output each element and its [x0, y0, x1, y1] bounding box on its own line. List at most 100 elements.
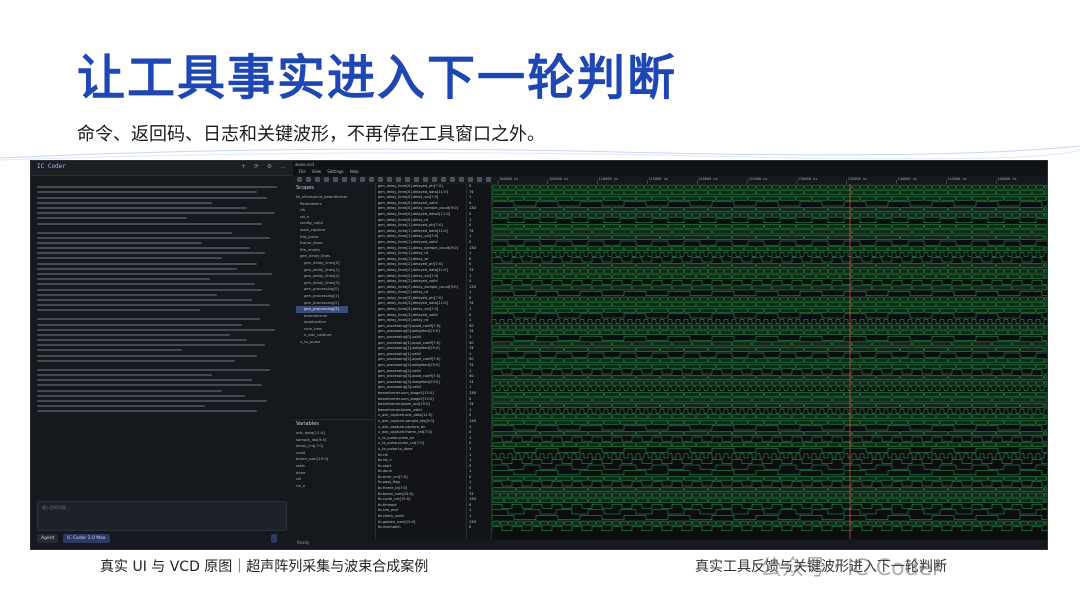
app-logo: IC Coder	[37, 163, 66, 170]
toolbar-button-icon[interactable]	[396, 177, 401, 182]
ruler-label: 150000 ns	[997, 177, 1016, 181]
waveform-trace	[492, 392, 1047, 397]
model-select[interactable]: IC Coder 2.0 Max	[63, 534, 110, 543]
scope-item[interactable]: rst_n	[296, 214, 348, 221]
variable-item[interactable]: clk	[296, 476, 328, 483]
scope-item[interactable]: gen_delay_lines[2]	[296, 273, 348, 280]
waveform-trace	[492, 386, 1047, 391]
variable-item[interactable]: valid	[296, 450, 328, 457]
waveform-trace	[492, 425, 1047, 431]
waveform-trace	[492, 229, 1047, 235]
waveform-trace	[492, 408, 1047, 414]
variable-item[interactable]: sample_idx[9:0]	[296, 437, 328, 444]
scope-item[interactable]: tb_ultrasound_beamformer	[296, 194, 348, 201]
chat-input[interactable]: 输入您的问题…	[37, 501, 287, 531]
toolbar-button-icon[interactable]	[486, 177, 491, 182]
toolbar-button-icon[interactable]	[324, 177, 329, 182]
scope-item[interactable]: trig_pulse	[296, 234, 348, 241]
scope-item[interactable]: u_tx_pulse	[296, 339, 348, 346]
variable-item[interactable]: rst_n	[296, 483, 328, 490]
scope-item[interactable]: config_valid	[296, 220, 348, 227]
toolbar-button-icon[interactable]	[432, 177, 437, 182]
waveform-trace	[492, 492, 1047, 498]
toolbar-button-icon[interactable]	[315, 177, 320, 182]
agent-mode-button[interactable]: Agent	[37, 534, 59, 543]
menu-item[interactable]: Help	[350, 169, 359, 174]
toolbar-button-icon[interactable]	[459, 177, 464, 182]
variable-item[interactable]: delay_cnt[7:0]	[296, 443, 328, 450]
waveform-trace	[492, 252, 1047, 257]
waveform-trace	[492, 498, 1047, 503]
waveform-trace	[492, 352, 1047, 358]
scope-item[interactable]: gen_delay_lines[1]	[296, 267, 348, 274]
file-tab[interactable]: wave.vcd	[295, 162, 314, 169]
menu-item[interactable]: File	[299, 169, 306, 174]
scope-item[interactable]: gen_delay_lines[0]	[296, 260, 348, 267]
chat-text-line	[37, 354, 257, 357]
chat-text-line	[37, 399, 267, 402]
variable-item[interactable]: done	[296, 470, 328, 477]
scope-item[interactable]: u_adc_capture	[296, 332, 348, 339]
scope-item[interactable]: gen_processing[1]	[296, 293, 348, 300]
send-icon[interactable]	[271, 534, 277, 543]
chat-transcript	[37, 183, 287, 416]
toolbar-button-icon[interactable]	[405, 177, 410, 182]
waveform-trace	[492, 459, 1047, 464]
scope-item[interactable]: gen_delay_lines[3]	[296, 280, 348, 287]
waveform-trace	[492, 308, 1047, 313]
menu-item[interactable]: View	[312, 169, 322, 174]
toolbar-button-icon[interactable]	[306, 177, 311, 182]
scope-item[interactable]: start_capture	[296, 227, 348, 234]
toolbar-button-icon[interactable]	[369, 177, 374, 182]
toolbar-button-icon[interactable]	[378, 177, 383, 182]
chat-text-line	[37, 236, 270, 239]
chat-text-line	[37, 206, 247, 209]
scope-item[interactable]: gen_processing[3]	[296, 306, 348, 313]
toolbar-button-icon[interactable]	[477, 177, 482, 182]
chat-text-line	[37, 262, 257, 265]
waveform-canvas[interactable]	[492, 184, 1047, 539]
scope-item[interactable]: apodization	[296, 319, 348, 326]
signal-value: 0	[469, 525, 472, 530]
toolbar-button-icon[interactable]	[423, 177, 428, 182]
scope-item[interactable]: clk	[296, 207, 348, 214]
toolbar-button-icon[interactable]	[297, 177, 302, 182]
toolbar-button-icon[interactable]	[468, 177, 473, 182]
variable-item[interactable]: beam_sum[15:0]	[296, 456, 328, 463]
signal-name[interactable]: tb.mismatch	[376, 525, 466, 531]
chat-text-line	[37, 257, 222, 260]
waveform-trace	[492, 420, 1047, 425]
toolbar-button-icon[interactable]	[333, 177, 338, 182]
waveform-trace	[492, 487, 1047, 492]
chat-text-line	[37, 217, 187, 220]
signal-name-list: gen_delay_lines[0].delayed_ptr[7:0] gen_d…	[376, 184, 467, 539]
time-ruler[interactable]: 100000 ns 105000 ns 110000 ns 115000 ns 1200…	[492, 176, 1047, 184]
scope-item[interactable]: fifo_empty	[296, 247, 348, 254]
toolbar-button-icon[interactable]	[450, 177, 455, 182]
scope-item[interactable]: gen_processing[2]	[296, 300, 348, 307]
scope-item[interactable]: frame_done	[296, 240, 348, 247]
window-controls-icon[interactable]: + ⟳ ⚙ …	[241, 163, 289, 170]
waveform-trace	[492, 235, 1047, 240]
chat-text-line	[37, 298, 252, 301]
ruler-label: 110000 ns	[599, 177, 618, 181]
toolbar-button-icon[interactable]	[351, 177, 356, 182]
toolbar-button-icon[interactable]	[360, 177, 365, 182]
toolbar-button-icon[interactable]	[414, 177, 419, 182]
toolbar-button-icon[interactable]	[441, 177, 446, 182]
scope-item[interactable]: sum_tree	[296, 326, 348, 333]
menu-item[interactable]: Settings	[327, 169, 343, 174]
variable-item[interactable]: adc_data[11:0]	[296, 430, 328, 437]
waveform-trace	[492, 481, 1047, 487]
toolbar-button-icon[interactable]	[342, 177, 347, 182]
waveform-trace	[492, 201, 1047, 207]
scope-item[interactable]: Parameters	[296, 201, 348, 208]
scope-item[interactable]: gen_processing[0]	[296, 286, 348, 293]
toolbar-button-icon[interactable]	[387, 177, 392, 182]
scopes-title: Scopes	[296, 185, 314, 191]
scope-item[interactable]: beamformer	[296, 313, 348, 320]
scope-item[interactable]: gen_delay_lines	[296, 253, 348, 260]
variable-item[interactable]: start	[296, 463, 328, 470]
waveform-trace	[492, 285, 1047, 291]
waveform-trace	[492, 263, 1047, 268]
